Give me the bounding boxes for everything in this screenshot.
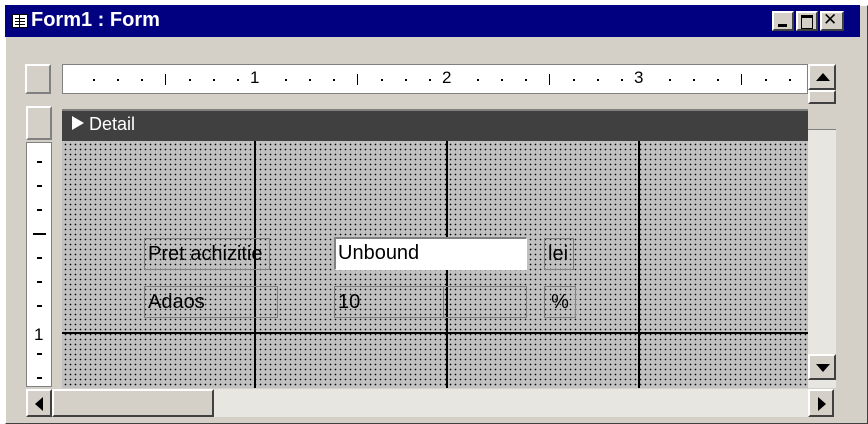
down-arrow-icon — [816, 364, 830, 372]
section-arrow-icon — [72, 116, 84, 130]
adaos-textbox[interactable]: 10 — [334, 286, 527, 318]
ruler-label: 1 — [250, 68, 260, 87]
form-selector[interactable] — [25, 64, 51, 94]
left-arrow-icon — [35, 397, 43, 411]
form-icon[interactable] — [12, 14, 28, 28]
maximize-icon — [801, 15, 813, 29]
close-button[interactable]: ✕ — [820, 10, 844, 31]
size-grip[interactable] — [836, 389, 862, 417]
lei-label[interactable]: lei — [544, 238, 574, 270]
adaos-label[interactable]: Adaos — [144, 286, 278, 318]
up-arrow-icon — [816, 73, 830, 81]
window-title: Form1 : Form — [31, 9, 160, 31]
section-header-label: Detail — [71, 114, 135, 135]
ruler-label: 3 — [634, 68, 644, 87]
pret-achizitie-textbox[interactable]: Unbound — [334, 237, 527, 270]
title-bar[interactable]: Form1 : Form ✕ — [5, 5, 860, 37]
textbox-divider — [443, 286, 444, 318]
scroll-down-button[interactable] — [808, 354, 836, 380]
scroll-left-button[interactable] — [26, 389, 52, 417]
vertical-ruler[interactable]: 1 — [26, 142, 52, 387]
scroll-up-button[interactable] — [808, 64, 836, 90]
ruler-label: 1 — [34, 325, 44, 344]
horizontal-scrollbar[interactable] — [26, 389, 834, 417]
right-arrow-icon — [818, 397, 826, 411]
scroll-track-segment — [808, 104, 836, 130]
minimize-button[interactable] — [772, 11, 794, 31]
pret-achizitie-label[interactable]: Pret achizitie — [144, 238, 270, 270]
vertical-scrollbar[interactable] — [808, 64, 836, 388]
maximize-button[interactable] — [796, 11, 818, 31]
scroll-right-button[interactable] — [808, 389, 834, 417]
ruler-label: 2 — [442, 68, 452, 87]
vertical-scroll-thumb[interactable] — [808, 90, 836, 104]
minimize-icon — [778, 24, 787, 27]
horizontal-scroll-thumb[interactable] — [52, 389, 214, 417]
detail-section-header[interactable]: Detail — [62, 109, 808, 141]
percent-label[interactable]: % — [544, 286, 576, 318]
close-icon: ✕ — [823, 10, 838, 30]
section-label: Detail — [89, 114, 136, 134]
horizontal-ruler[interactable]: 1 2 3 4 — [62, 64, 808, 94]
section-selector[interactable] — [26, 106, 52, 140]
